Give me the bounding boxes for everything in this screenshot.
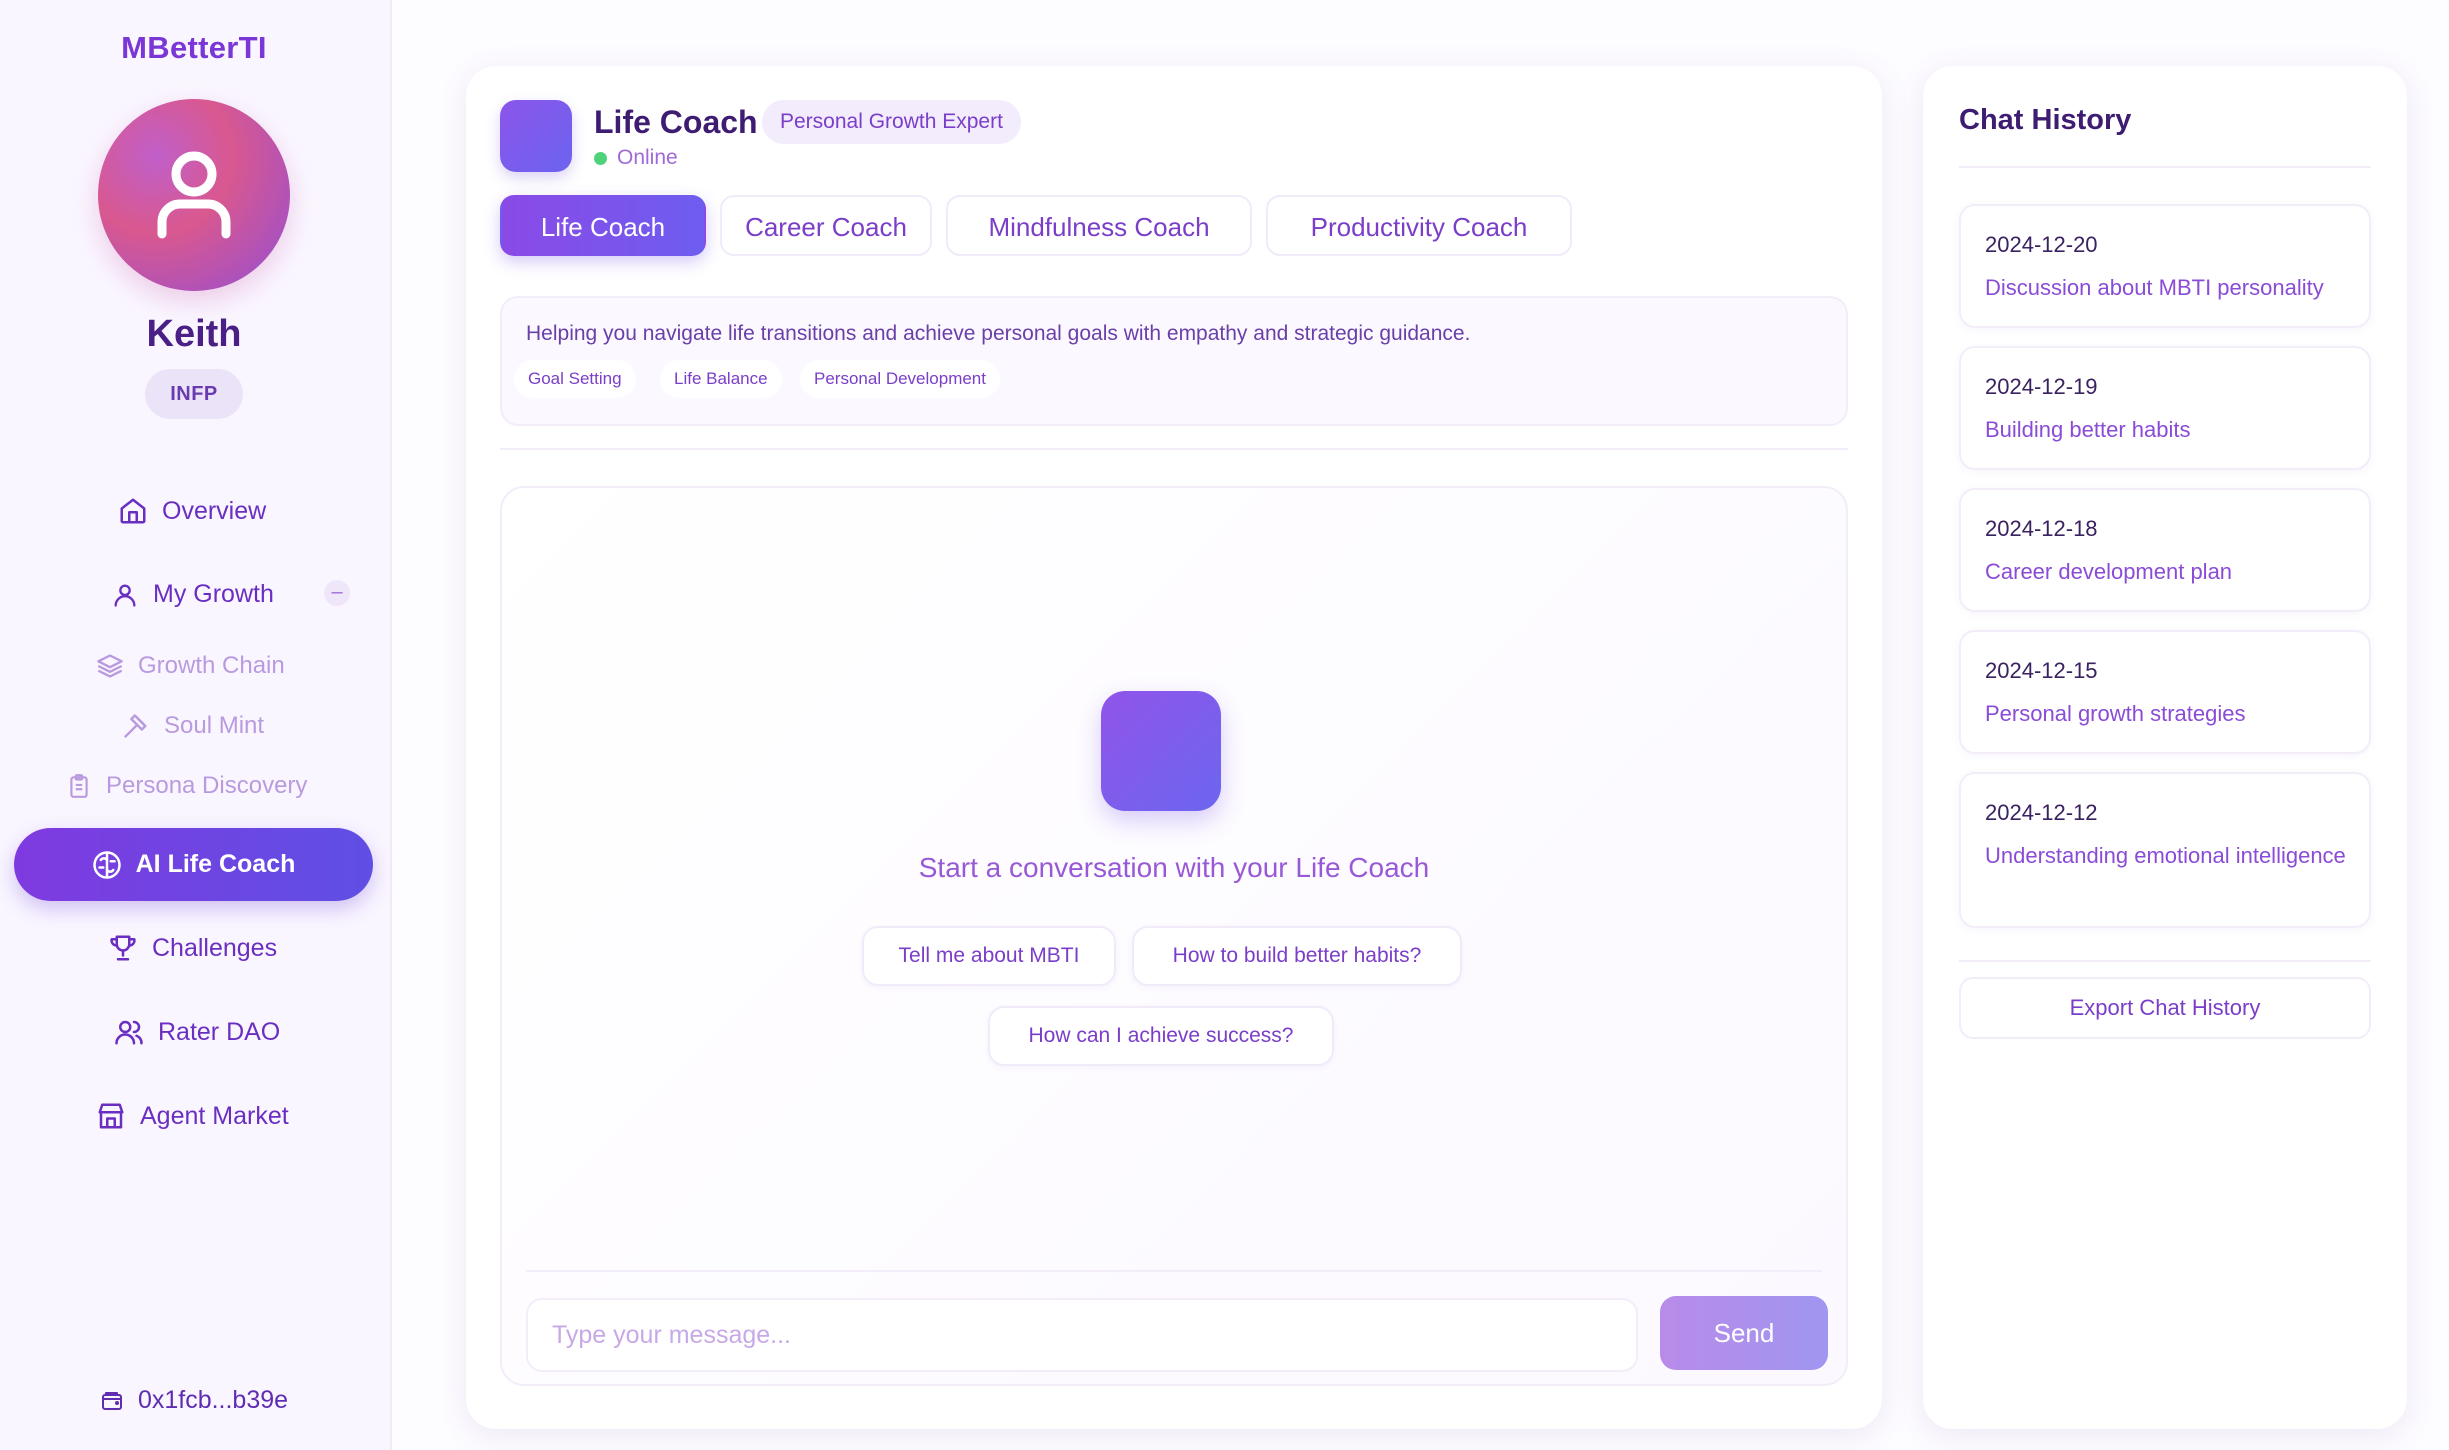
- nav-ai-life-coach-label: AI Life Coach: [135, 850, 296, 878]
- home-icon: [120, 498, 146, 524]
- send-button[interactable]: Send: [1660, 1296, 1828, 1370]
- focus-tag-goal-setting: Goal Setting: [514, 360, 636, 398]
- history-item[interactable]: 2024-12-12 Understanding emotional intel…: [1959, 772, 2371, 928]
- nav-persona-discovery[interactable]: Persona Discovery: [66, 772, 307, 800]
- history-item[interactable]: 2024-12-20 Discussion about MBTI persona…: [1959, 204, 2371, 328]
- history-item[interactable]: 2024-12-18 Career development plan: [1959, 488, 2371, 612]
- coach-panel: Life Coach Personal Growth Expert Online…: [466, 66, 1882, 1429]
- history-date: 2024-12-20: [1985, 232, 2098, 257]
- coach-role-badge: Personal Growth Expert: [762, 100, 1021, 144]
- user-icon: [157, 151, 231, 239]
- coach-title: Life Coach: [594, 104, 758, 140]
- nav-overview[interactable]: Overview: [118, 496, 266, 526]
- avatar[interactable]: [98, 99, 290, 291]
- history-date: 2024-12-19: [1985, 374, 2098, 399]
- history-date: 2024-12-18: [1985, 516, 2098, 541]
- brain-icon: [92, 850, 121, 879]
- history-divider: [1959, 960, 2371, 962]
- online-status-label: Online: [617, 146, 678, 169]
- chat-history-panel: Chat History 2024-12-20 Discussion about…: [1923, 66, 2407, 1429]
- mbti-badge: INFP: [145, 369, 243, 419]
- suggestion-button[interactable]: How to build better habits?: [1132, 926, 1462, 986]
- brand-logo[interactable]: MBetterTI: [0, 30, 388, 66]
- chat-empty-prompt: Start a conversation with your Life Coac…: [918, 852, 1430, 883]
- coach-avatar-icon: [500, 100, 572, 172]
- history-topic: Understanding emotional intelligence: [1985, 843, 2346, 868]
- coach-chat-icon: [1101, 691, 1221, 811]
- wallet-address[interactable]: 0x1fcb...b39e: [0, 1386, 388, 1415]
- nav-agent-market[interactable]: Agent Market: [96, 1101, 289, 1131]
- suggestion-button[interactable]: How can I achieve success?: [988, 1006, 1334, 1066]
- tab-mindfulness-coach[interactable]: Mindfulness Coach: [946, 195, 1252, 256]
- nav-persona-discovery-label: Persona Discovery: [106, 772, 308, 799]
- history-topic: Discussion about MBTI personality: [1985, 275, 2324, 300]
- history-date: 2024-12-15: [1985, 658, 2098, 683]
- nav-rater-dao-label: Rater DAO: [158, 1017, 281, 1046]
- chat-history-title: Chat History: [1959, 104, 2132, 136]
- nav-growth-chain[interactable]: Growth Chain: [96, 652, 285, 680]
- nav-soul-mint[interactable]: Soul Mint: [122, 712, 264, 740]
- online-dot-icon: [594, 151, 607, 165]
- history-topic: Career development plan: [1985, 559, 2233, 584]
- tab-career-coach[interactable]: Career Coach: [720, 195, 932, 256]
- nav-rater-dao[interactable]: Rater DAO: [114, 1017, 280, 1047]
- wallet-address-text: 0x1fcb...b39e: [137, 1386, 289, 1414]
- wallet-icon: [101, 1391, 122, 1410]
- message-input[interactable]: [526, 1298, 1638, 1372]
- history-topic: Building better habits: [1985, 417, 2191, 442]
- clipboard-icon: [70, 774, 88, 798]
- history-date: 2024-12-12: [1985, 800, 2098, 825]
- layers-icon: [97, 654, 123, 678]
- tab-productivity-coach[interactable]: Productivity Coach: [1266, 195, 1572, 256]
- export-chat-history-button[interactable]: Export Chat History: [1959, 977, 2371, 1039]
- focus-tag-personal-development: Personal Development: [800, 360, 1000, 398]
- online-status: Online: [594, 146, 678, 170]
- nav-my-growth-label: My Growth: [153, 580, 274, 608]
- nav-soul-mint-label: Soul Mint: [164, 712, 265, 739]
- store-icon: [98, 1103, 124, 1129]
- collapse-toggle-icon[interactable]: –: [324, 580, 350, 606]
- nav-challenges[interactable]: Challenges: [108, 933, 277, 963]
- users-icon: [115, 1020, 143, 1045]
- coach-description: Helping you navigate life transitions an…: [526, 322, 1471, 345]
- sidebar: MBetterTI Keith INFP Overview My Growth …: [0, 0, 392, 1450]
- nav-overview-label: Overview: [162, 496, 267, 525]
- nav-challenges-label: Challenges: [152, 933, 278, 962]
- coach-description-box: Helping you navigate life transitions an…: [500, 296, 1848, 426]
- chat-input-divider: [526, 1270, 1822, 1272]
- history-item[interactable]: 2024-12-19 Building better habits: [1959, 346, 2371, 470]
- history-item[interactable]: 2024-12-15 Personal growth strategies: [1959, 630, 2371, 754]
- nav-agent-market-label: Agent Market: [140, 1101, 289, 1130]
- history-topic: Personal growth strategies: [1985, 701, 2246, 726]
- focus-tag-life-balance: Life Balance: [660, 360, 782, 398]
- nav-ai-life-coach[interactable]: AI Life Coach: [14, 828, 373, 901]
- trophy-icon: [110, 935, 136, 961]
- user-name: Keith: [146, 313, 242, 355]
- section-divider: [500, 448, 1848, 450]
- user-outline-icon: [114, 584, 136, 607]
- history-divider: [1959, 166, 2371, 168]
- tab-life-coach[interactable]: Life Coach: [500, 195, 706, 256]
- nav-growth-chain-label: Growth Chain: [138, 652, 285, 679]
- chat-area: Start a conversation with your Life Coac…: [500, 486, 1848, 1386]
- hammer-icon: [124, 714, 147, 738]
- suggestion-button[interactable]: Tell me about MBTI: [862, 926, 1116, 986]
- nav-my-growth[interactable]: My Growth: [111, 580, 274, 609]
